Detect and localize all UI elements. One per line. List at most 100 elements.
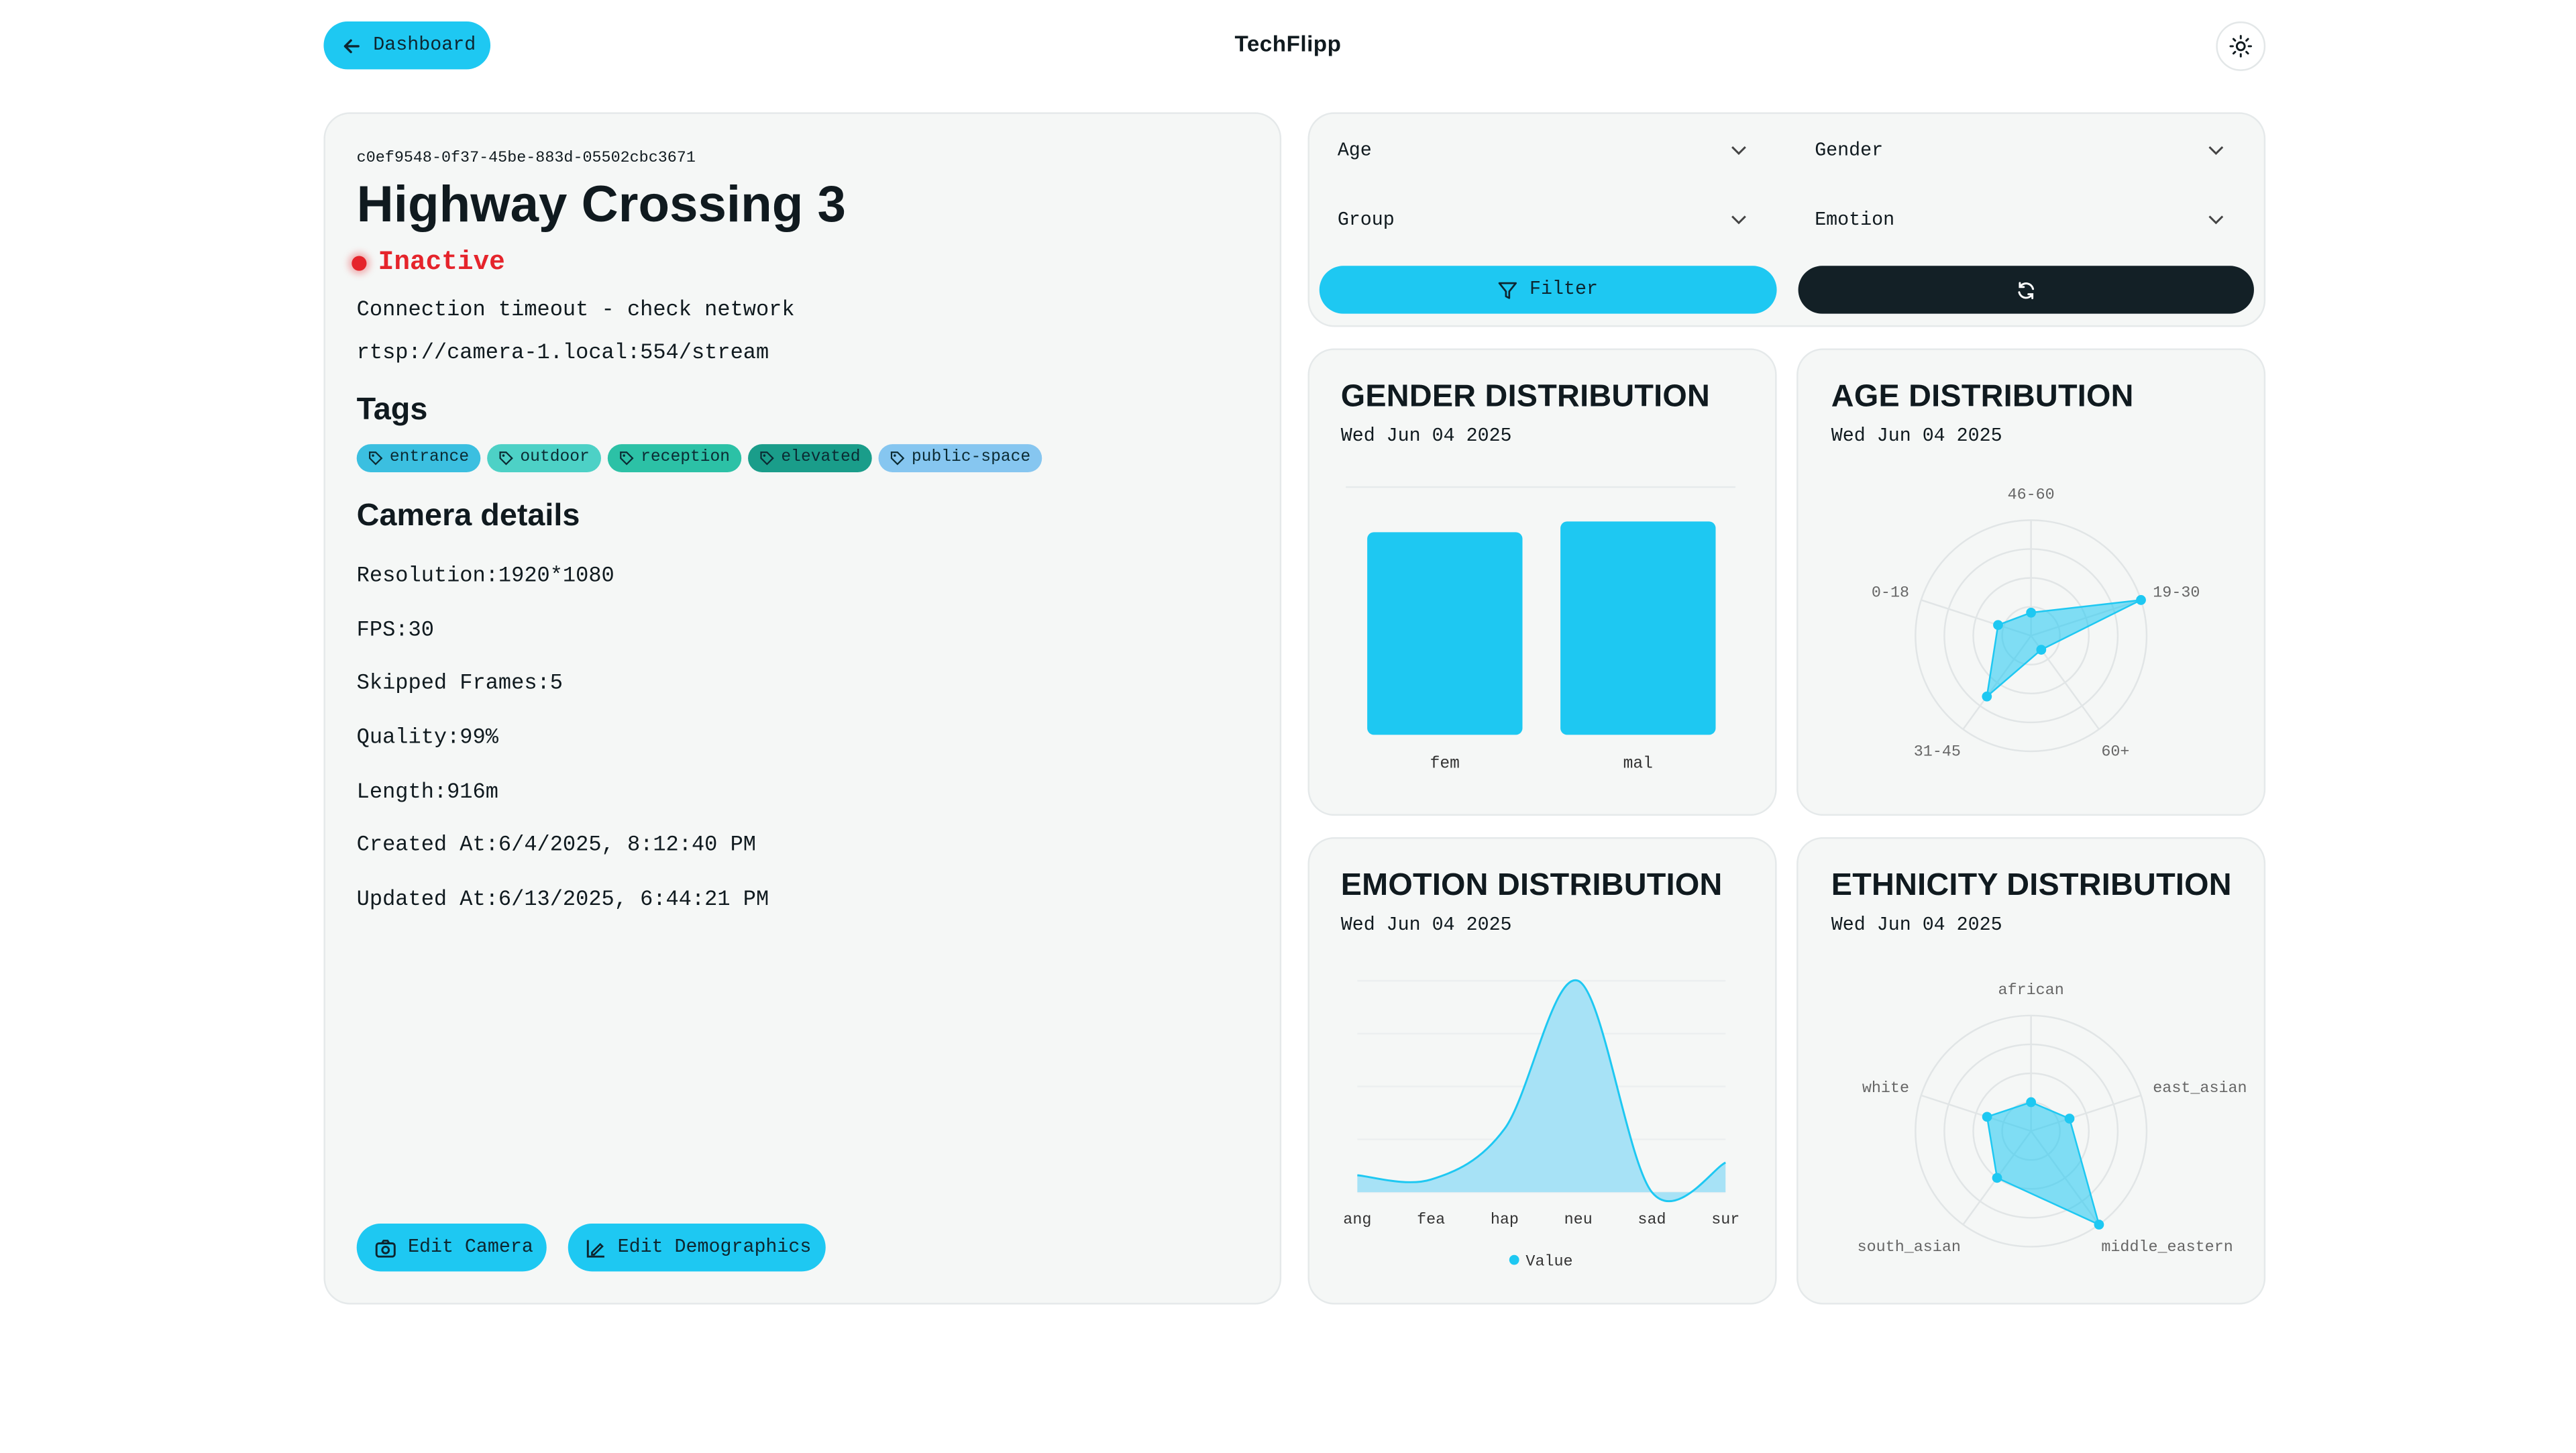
- tag-chip: outdoor: [487, 444, 602, 472]
- radar-axis-label: african: [1998, 982, 2064, 1000]
- chevron-down-icon: [2208, 146, 2224, 156]
- x-tick-label: neu: [1564, 1212, 1593, 1229]
- chevron-down-icon: [1731, 215, 1746, 225]
- tag-label: outdoor: [520, 449, 590, 468]
- radar-axis-label: 31-45: [1914, 743, 1961, 761]
- group-select[interactable]: Group: [1321, 193, 1764, 246]
- age-chart-title: AGE DISTRIBUTION: [1831, 380, 2134, 415]
- detail-fps: FPS:30: [356, 617, 434, 643]
- emotion-area-chart: ang fea hap neu sad sur Value: [1343, 979, 1739, 1271]
- tag-label: entrance: [389, 449, 470, 468]
- radar-point: [2064, 1114, 2075, 1124]
- tag-icon: [760, 451, 774, 466]
- camera-info-card: [323, 112, 1282, 1305]
- edit-camera-button[interactable]: Edit Camera: [356, 1223, 547, 1272]
- tag-icon: [369, 451, 383, 466]
- tags-list: entrance outdoor reception elevated public-s…: [356, 444, 1049, 472]
- radar-axis-label: 46-60: [2008, 486, 2055, 504]
- sun-icon: [2229, 35, 2252, 58]
- detail-created-at: Created At:6/4/2025, 8:12:40 PM: [356, 832, 756, 857]
- legend-swatch: [1509, 1254, 1519, 1265]
- details-heading: Camera details: [356, 498, 580, 534]
- radar-axis-label: south_asian: [1858, 1239, 1961, 1256]
- theme-toggle-button[interactable]: [2216, 21, 2266, 71]
- camera-name: Highway Crossing 3: [356, 174, 847, 233]
- detail-resolution: Resolution:1920*1080: [356, 563, 614, 588]
- tags-heading: Tags: [356, 392, 428, 428]
- radar-axis-label: 60+: [2101, 743, 2129, 761]
- gender-select-value: Gender: [1815, 139, 1884, 161]
- age-radar-chart: 46-60 19-30 60+ 31-45 0-18: [1872, 486, 2200, 761]
- x-tick-label: hap: [1491, 1212, 1519, 1229]
- gender-chart-title: GENDER DISTRIBUTION: [1340, 380, 1711, 415]
- emotion-select-value: Emotion: [1815, 209, 1895, 231]
- detail-skipped-frames: Skipped Frames:5: [356, 670, 563, 696]
- bar: [1367, 532, 1523, 735]
- edit-camera-label: Edit Camera: [407, 1236, 533, 1258]
- gender-chart-subtitle: Wed Jun 04 2025: [1340, 426, 1512, 448]
- tag-chip: public-space: [878, 444, 1042, 472]
- radar-axis-label: 19-30: [2153, 585, 2200, 602]
- funnel-icon: [1499, 281, 1517, 299]
- radar-axis-label: white: [1862, 1080, 1909, 1097]
- chart-edit-icon: [586, 1239, 604, 1257]
- chevron-down-icon: [1731, 146, 1746, 156]
- radar-point: [2026, 607, 2037, 618]
- gender-bar-chart: fem mal: [1346, 486, 1736, 773]
- tag-label: public-space: [911, 449, 1031, 468]
- radar-point: [2026, 1097, 2037, 1108]
- edit-demographics-button[interactable]: Edit Demographics: [568, 1223, 826, 1272]
- tag-icon: [499, 451, 513, 466]
- radar-point: [1993, 620, 2003, 631]
- radar-point: [2094, 1220, 2104, 1230]
- x-tick-label: fea: [1417, 1212, 1445, 1229]
- radar-point: [2036, 645, 2047, 655]
- stream-url: rtsp://camera-1.local:554/stream: [356, 340, 769, 365]
- radar-point: [1982, 691, 1992, 702]
- edit-demographics-label: Edit Demographics: [617, 1236, 812, 1258]
- x-tick-label: sur: [1711, 1212, 1739, 1229]
- radar-point: [2136, 595, 2146, 605]
- x-tick-label: fem: [1430, 755, 1460, 773]
- camera-id: c0ef9548-0f37-45be-883d-05502cbc3671: [356, 148, 696, 167]
- age-select-value: Age: [1337, 139, 1372, 161]
- chevron-down-icon: [2208, 215, 2224, 225]
- status-message: Connection timeout - check network: [356, 297, 795, 322]
- detail-updated-at: Updated At:6/13/2025, 6:44:21 PM: [356, 886, 769, 912]
- emotion-select[interactable]: Emotion: [1799, 193, 2241, 246]
- tag-chip: elevated: [748, 444, 872, 472]
- tag-label: elevated: [781, 449, 861, 468]
- gender-select[interactable]: Gender: [1799, 124, 2241, 177]
- radar-axis-label: east_asian: [2153, 1080, 2247, 1097]
- group-select-value: Group: [1337, 209, 1395, 231]
- tag-chip: reception: [607, 444, 742, 472]
- emotion-chart-title: EMOTION DISTRIBUTION: [1340, 868, 1723, 904]
- area-fill: [1357, 980, 1726, 1201]
- tag-label: reception: [641, 449, 731, 468]
- tag-chip: entrance: [356, 444, 481, 472]
- radar-axis-label: 0-18: [1872, 585, 1909, 602]
- x-tick-label: mal: [1623, 755, 1653, 773]
- filter-button[interactable]: Filter: [1319, 266, 1777, 314]
- ethnicity-radar-chart: african east_asian middle_eastern south_asi…: [1858, 982, 2247, 1256]
- brand-title: TechFlipp: [1234, 31, 1342, 56]
- tag-icon: [891, 451, 905, 466]
- status-dot: [352, 256, 367, 271]
- x-tick-label: sad: [1638, 1212, 1666, 1229]
- bar: [1560, 521, 1716, 735]
- age-select[interactable]: Age: [1321, 124, 1764, 177]
- emotion-chart-subtitle: Wed Jun 04 2025: [1340, 914, 1512, 936]
- ethnicity-chart-title: ETHNICITY DISTRIBUTION: [1831, 868, 2232, 904]
- legend-label: Value: [1525, 1254, 1572, 1271]
- radar-axis-label: middle_eastern: [2101, 1239, 2233, 1256]
- detail-length: Length:916m: [356, 779, 498, 804]
- x-tick-label: ang: [1343, 1212, 1371, 1229]
- filter-button-label: Filter: [1529, 278, 1599, 301]
- status-text: Inactive: [378, 248, 505, 278]
- radar-point: [1982, 1112, 1992, 1122]
- camera-icon: [375, 1238, 396, 1257]
- tag-icon: [620, 451, 634, 466]
- refresh-icon: [2018, 281, 2035, 299]
- refresh-button[interactable]: [1798, 266, 2254, 314]
- ethnicity-chart-subtitle: Wed Jun 04 2025: [1831, 914, 2002, 936]
